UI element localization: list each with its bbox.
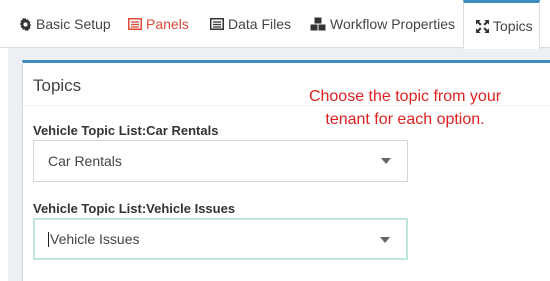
vehicle-issues-label: Vehicle Topic List:Vehicle Issues	[33, 201, 236, 216]
car-rentals-label: Vehicle Topic List:Car Rentals	[33, 123, 219, 138]
list-icon	[210, 17, 224, 31]
text-cursor	[48, 231, 49, 247]
expand-arrows-icon	[475, 19, 489, 33]
topics-panel: Topics Choose the topic from your tenant…	[22, 60, 550, 281]
vehicle-issues-value: Vehicle Issues	[50, 231, 140, 247]
tab-label: Topics	[493, 18, 533, 34]
panels-icon	[128, 17, 142, 31]
tab-topics[interactable]: Topics	[463, 0, 540, 49]
content-gutter	[0, 48, 8, 281]
tab-label: Workflow Properties	[330, 16, 456, 32]
tab-data-files[interactable]: Data Files	[210, 0, 291, 48]
chevron-down-icon	[381, 158, 391, 164]
chevron-down-icon	[380, 237, 390, 243]
vehicle-issues-select[interactable]: Vehicle Issues	[33, 218, 408, 260]
car-rentals-value: Car Rentals	[48, 153, 122, 169]
tab-basic-setup[interactable]: Basic Setup	[18, 0, 111, 48]
tab-bar: Basic Setup Panels Data Files Workflow P…	[0, 0, 550, 49]
cubes-icon	[310, 17, 326, 31]
instruction-hint: Choose the topic from your tenant for ea…	[308, 88, 502, 128]
panel-title: Topics	[33, 76, 82, 95]
tab-label: Basic Setup	[36, 16, 111, 32]
car-rentals-select[interactable]: Car Rentals	[33, 140, 408, 182]
tab-panels[interactable]: Panels	[128, 0, 189, 48]
gear-icon	[18, 17, 32, 31]
tab-label: Panels	[146, 16, 189, 32]
tab-workflow-properties[interactable]: Workflow Properties	[310, 0, 455, 48]
tab-label: Data Files	[228, 16, 292, 32]
